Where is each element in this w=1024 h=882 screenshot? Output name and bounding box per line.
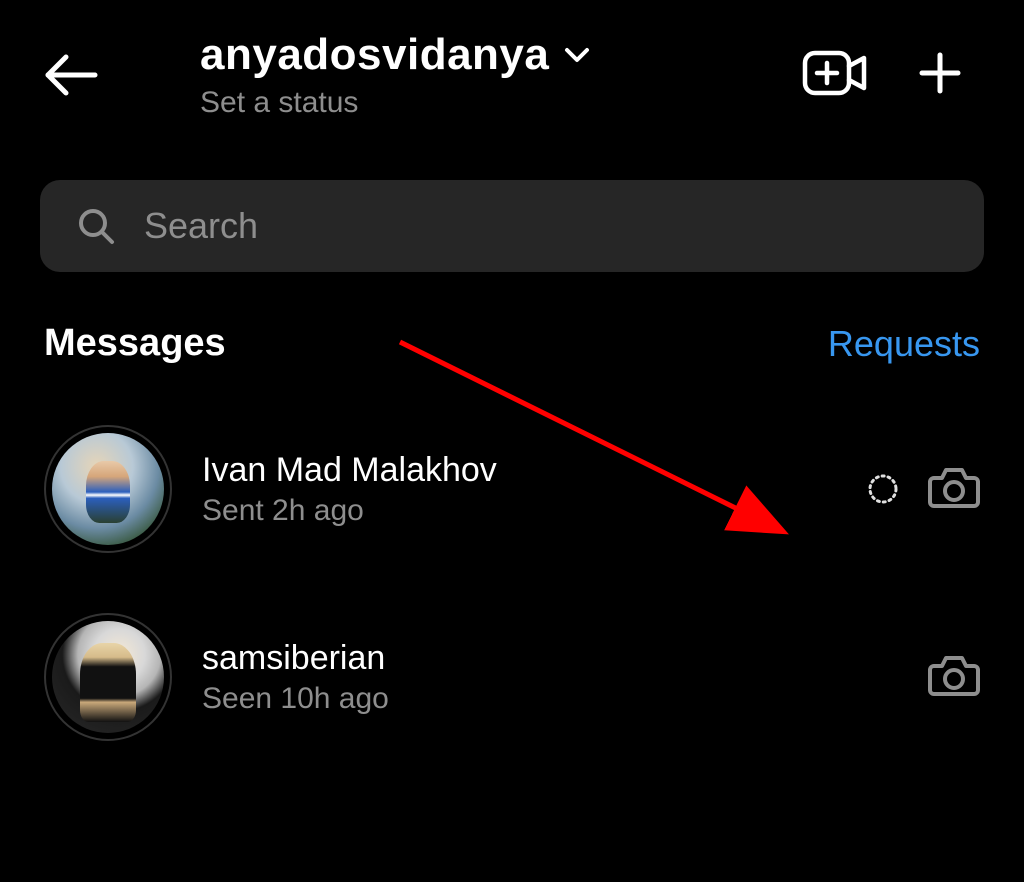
back-arrow-icon [40,51,100,99]
account-title-block[interactable]: anyadosvidanya Set a status [120,30,802,120]
camera-icon [928,464,980,510]
video-plus-icon [802,48,868,98]
plus-icon [916,49,964,97]
dotted-circle-icon [866,472,900,506]
camera-button[interactable] [928,652,980,703]
search-input[interactable]: Search [40,180,984,272]
search-container: Search [0,150,1024,292]
message-name: samsiberian [202,639,898,678]
message-text-block: Ivan Mad Malakhov Sent 2h ago [202,451,836,528]
message-name: Ivan Mad Malakhov [202,451,836,490]
header-bar: anyadosvidanya Set a status [0,0,1024,150]
avatar-image [52,621,164,733]
chevron-down-icon [563,45,591,65]
requests-link[interactable]: Requests [828,323,980,365]
camera-button[interactable] [928,464,980,515]
avatar[interactable] [44,425,172,553]
username-label: anyadosvidanya [200,30,549,80]
back-button[interactable] [40,51,120,99]
messages-tab[interactable]: Messages [44,322,226,365]
message-actions [928,652,980,703]
message-text-block: samsiberian Seen 10h ago [202,639,898,716]
status-prompt[interactable]: Set a status [200,86,802,120]
header-actions [802,48,984,103]
avatar[interactable] [44,613,172,741]
avatar-image [52,433,164,545]
message-subtitle: Seen 10h ago [202,682,898,716]
message-subtitle: Sent 2h ago [202,494,836,528]
video-call-button[interactable] [802,48,868,103]
search-placeholder: Search [144,205,258,247]
message-item[interactable]: Ivan Mad Malakhov Sent 2h ago [36,395,988,583]
message-item[interactable]: samsiberian Seen 10h ago [36,583,988,771]
compose-button[interactable] [916,49,964,102]
message-list: Ivan Mad Malakhov Sent 2h ago samsiberia… [0,375,1024,771]
camera-icon [928,652,980,698]
section-header: Messages Requests [0,292,1024,375]
disappearing-indicator [866,472,900,506]
message-actions [866,464,980,515]
search-icon [76,206,116,246]
